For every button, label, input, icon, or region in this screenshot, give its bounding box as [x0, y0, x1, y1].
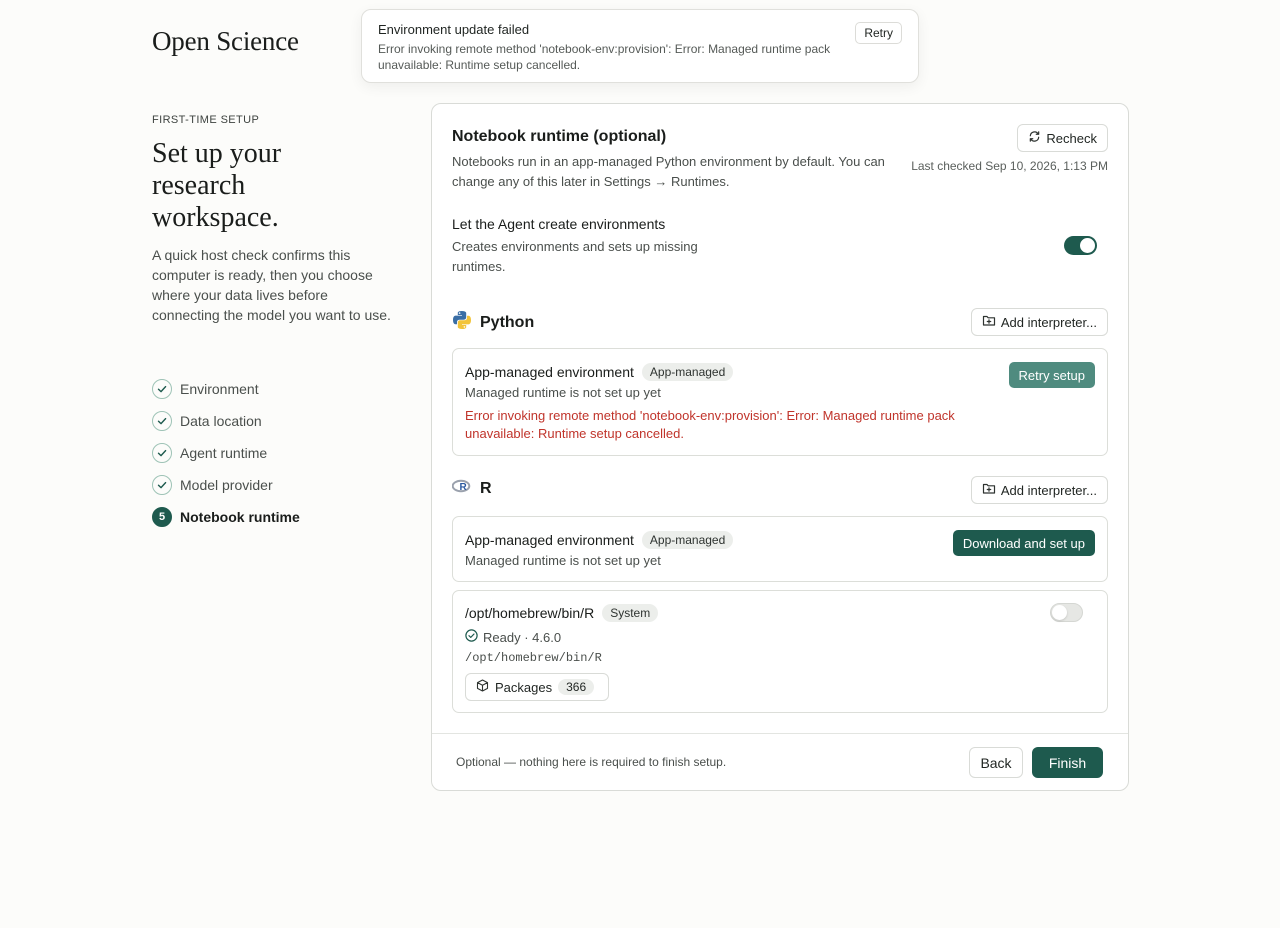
- notebook-runtime-card: Notebook runtime (optional) Notebooks ru…: [431, 103, 1129, 791]
- setup-eyebrow: FIRST-TIME SETUP: [152, 114, 260, 126]
- page-intro: A quick host check confirms this compute…: [152, 247, 391, 323]
- python-title: Python: [480, 313, 535, 331]
- package-icon: [476, 679, 489, 695]
- toast-title: Environment update failed: [378, 22, 530, 37]
- python-add-interpreter-button[interactable]: Add interpreter...: [970, 308, 1108, 336]
- r-title: R: [480, 479, 492, 497]
- step-label: Data location: [180, 413, 262, 429]
- add-interpreter-label: Add interpreter...: [1000, 314, 1097, 330]
- toggle-knob: [1052, 605, 1067, 620]
- step-label: Agent runtime: [180, 445, 268, 461]
- step-data-location: Data location: [152, 405, 300, 437]
- env-ready-row: Ready · 4.6.0: [465, 629, 561, 645]
- env-name: App-managed environment: [465, 364, 634, 380]
- python-icon: [452, 310, 472, 335]
- last-checked: Last checked Sep 10, 2026, 1:13 PM: [911, 159, 1108, 173]
- check-icon: [152, 379, 172, 399]
- card-footer: Optional — nothing here is required to f…: [432, 733, 1128, 791]
- add-interpreter-label: Add interpreter...: [1000, 482, 1097, 498]
- step-number: 5: [152, 507, 172, 527]
- folder-plus-icon: [982, 314, 996, 330]
- step-label: Notebook runtime: [180, 509, 300, 525]
- svg-text:R: R: [460, 482, 468, 493]
- error-toast: Environment update failed Error invoking…: [361, 9, 919, 83]
- packages-label: Packages: [495, 679, 553, 695]
- app-logo: Open Science: [152, 26, 299, 56]
- step-environment: Environment: [152, 373, 300, 405]
- python-managed-env: App-managed environment App-managed Mana…: [452, 348, 1108, 456]
- env-badge: App-managed: [641, 531, 734, 549]
- toast-retry-button[interactable]: Retry: [855, 22, 902, 44]
- download-setup-button[interactable]: Download and set up: [952, 530, 1095, 556]
- env-ready-status: Ready · 4.6.0: [483, 629, 562, 645]
- env-name-row: App-managed environment App-managed: [465, 363, 734, 381]
- agent-env-title: Let the Agent create environments: [452, 216, 666, 232]
- step-agent-runtime: Agent runtime: [152, 437, 300, 469]
- page-headline: Set up your research workspace.: [152, 138, 282, 233]
- python-section-header: Python: [452, 310, 534, 335]
- recheck-label: Recheck: [1046, 130, 1097, 146]
- check-icon: [152, 411, 172, 431]
- env-badge: App-managed: [641, 363, 734, 381]
- env-path: /opt/homebrew/bin/R: [465, 651, 602, 665]
- card-description: Notebooks run in an app-managed Python e…: [452, 154, 885, 189]
- env-name: /opt/homebrew/bin/R: [465, 605, 595, 621]
- retry-setup-button[interactable]: Retry setup: [1008, 362, 1095, 388]
- env-name-row: App-managed environment App-managed: [465, 531, 734, 549]
- r-icon: R: [451, 478, 472, 499]
- step-model-provider: Model provider: [152, 469, 300, 501]
- env-name: App-managed environment: [465, 532, 634, 548]
- card-title: Notebook runtime (optional): [452, 128, 667, 145]
- finish-button[interactable]: Finish: [1032, 747, 1103, 778]
- recheck-button[interactable]: Recheck: [1017, 124, 1108, 152]
- agent-env-toggle[interactable]: [1064, 236, 1097, 255]
- agent-env-description: Creates environments and sets up missing…: [452, 239, 698, 274]
- toast-message: Error invoking remote method 'notebook-e…: [378, 42, 831, 72]
- check-icon: [152, 443, 172, 463]
- packages-button[interactable]: Packages 366: [465, 673, 609, 701]
- r-system-env: /opt/homebrew/bin/R System Ready · 4.6.0…: [452, 590, 1108, 713]
- back-button[interactable]: Back: [969, 747, 1023, 778]
- env-badge: System: [602, 604, 659, 622]
- refresh-icon: [1028, 130, 1041, 146]
- r-section-header: R R: [451, 478, 492, 499]
- check-circle-icon: [465, 629, 478, 645]
- r-managed-env: App-managed environment App-managed Mana…: [452, 516, 1108, 582]
- r-system-toggle[interactable]: [1050, 603, 1083, 622]
- env-name-row: /opt/homebrew/bin/R System: [465, 604, 659, 622]
- env-error-message: Error invoking remote method 'notebook-e…: [465, 408, 955, 441]
- packages-count: 366: [558, 679, 595, 695]
- footer-note: Optional — nothing here is required to f…: [456, 755, 727, 769]
- r-add-interpreter-button[interactable]: Add interpreter...: [970, 476, 1108, 504]
- step-notebook-runtime: 5 Notebook runtime: [152, 501, 300, 533]
- toggle-knob: [1080, 238, 1095, 253]
- env-status: Managed runtime is not set up yet: [465, 385, 661, 400]
- env-status: Managed runtime is not set up yet: [465, 553, 661, 568]
- folder-plus-icon: [982, 482, 996, 498]
- step-label: Environment: [180, 381, 259, 397]
- check-icon: [152, 475, 172, 495]
- step-label: Model provider: [180, 477, 273, 493]
- setup-steps: Environment Data location Agent runtime …: [152, 373, 300, 533]
